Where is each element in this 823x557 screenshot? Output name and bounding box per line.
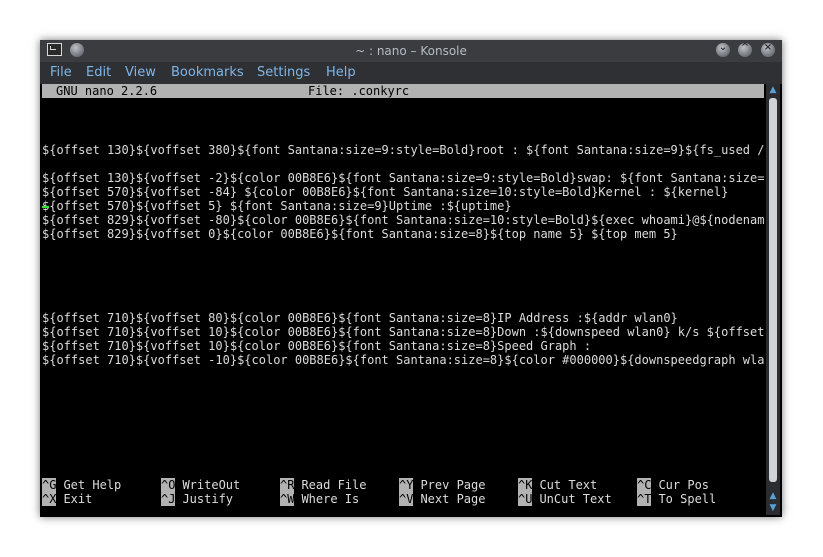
shortcut-label: Where Is bbox=[301, 492, 360, 506]
editor-line[interactable]: ${offset 710}${voffset 10}${color 00B8E6… bbox=[42, 325, 764, 339]
shortcut-label: Read File bbox=[301, 478, 367, 492]
shortcut-label: Next Page bbox=[420, 492, 486, 506]
shortcut-item[interactable]: ^J Justify bbox=[161, 492, 279, 506]
menu-bar: File Edit View Bookmarks Settings Help bbox=[40, 62, 782, 84]
shortcut-label: Get Help bbox=[63, 478, 122, 492]
editor-line[interactable]: ${offset 710}${voffset -10}${color 00B8E… bbox=[42, 353, 764, 367]
terminal-area[interactable]: GNU nano 2.2.6 File: .conkyrc ${offset 1… bbox=[42, 84, 764, 515]
shortcut-label: Exit bbox=[63, 492, 93, 506]
shortcut-key: ^U bbox=[518, 492, 533, 506]
shortcut-item[interactable]: ^X Exit bbox=[42, 492, 160, 506]
shortcut-key: ^G bbox=[42, 478, 57, 492]
scroll-thumb[interactable] bbox=[769, 98, 777, 482]
shortcut-key: ^R bbox=[280, 478, 295, 492]
close-icon: × bbox=[763, 42, 773, 53]
nano-filename: File: .conkyrc bbox=[308, 84, 410, 98]
text-cursor bbox=[42, 206, 49, 208]
shortcut-label: Justify bbox=[182, 492, 234, 506]
menu-settings[interactable]: Settings bbox=[257, 65, 310, 80]
editor-line[interactable]: ${offset 570}${voffset -84} ${color 00B8… bbox=[42, 185, 764, 199]
shortcut-item[interactable]: ^W Where Is bbox=[280, 492, 398, 506]
maximize-icon: ^ bbox=[740, 42, 750, 53]
shortcut-item[interactable]: ^C Cur Pos bbox=[637, 478, 755, 492]
nano-header: GNU nano 2.2.6 File: .conkyrc bbox=[42, 84, 764, 98]
shortcut-key: ^W bbox=[280, 492, 295, 506]
editor-line[interactable]: ${offset 710}${voffset 80}${color 00B8E6… bbox=[42, 311, 764, 325]
konsole-window: ~ : nano – Konsole ⌄ ^ × File Edit View … bbox=[40, 40, 782, 517]
editor-line[interactable]: ${offset 570}${voffset 5} ${font Santana… bbox=[42, 199, 764, 213]
scroll-top-icon[interactable]: ▲ bbox=[768, 491, 778, 501]
shortcut-item[interactable]: ^U UnCut Text bbox=[518, 492, 636, 506]
window-title: ~ : nano – Konsole bbox=[355, 44, 467, 58]
editor-line[interactable]: ${offset 710}${voffset 10}${color 00B8E6… bbox=[42, 339, 764, 353]
shortcut-key: ^J bbox=[161, 492, 176, 506]
shortcut-key: ^V bbox=[399, 492, 414, 506]
maximize-button[interactable]: ^ bbox=[738, 42, 752, 57]
menu-help[interactable]: Help bbox=[326, 65, 356, 80]
title-bar[interactable]: ~ : nano – Konsole ⌄ ^ × bbox=[40, 40, 782, 62]
shortcut-item[interactable]: ^Y Prev Page bbox=[399, 478, 517, 492]
shortcut-item[interactable]: ^K Cut Text bbox=[518, 478, 636, 492]
menu-bookmarks[interactable]: Bookmarks bbox=[171, 65, 244, 80]
shortcut-item[interactable]: ^T To Spell bbox=[637, 492, 755, 506]
nano-version: GNU nano 2.2.6 bbox=[56, 84, 158, 98]
scroll-down-icon[interactable]: ▼ bbox=[768, 503, 778, 513]
minimize-button[interactable]: ⌄ bbox=[716, 42, 730, 57]
shortcut-key: ^X bbox=[42, 492, 57, 506]
shortcut-key: ^C bbox=[637, 478, 652, 492]
shortcut-item[interactable]: ^G Get Help bbox=[42, 478, 160, 492]
shortcut-label: Prev Page bbox=[420, 478, 486, 492]
shortcut-key: ^Y bbox=[399, 478, 414, 492]
shortcut-label: To Spell bbox=[658, 492, 717, 506]
shortcut-item[interactable]: ^R Read File bbox=[280, 478, 398, 492]
editor-line[interactable]: ${offset 829}${voffset 0}${color 00B8E6}… bbox=[42, 227, 764, 241]
shortcut-key: ^O bbox=[161, 478, 176, 492]
menu-file[interactable]: File bbox=[50, 65, 72, 80]
shortcut-key: ^K bbox=[518, 478, 533, 492]
menu-edit[interactable]: Edit bbox=[86, 65, 111, 80]
close-button[interactable]: × bbox=[761, 42, 775, 57]
shortcut-item[interactable]: ^O WriteOut bbox=[161, 478, 279, 492]
shortcut-item[interactable]: ^V Next Page bbox=[399, 492, 517, 506]
shortcut-label: UnCut Text bbox=[539, 492, 612, 506]
editor-line[interactable]: ${offset 130}${voffset 380}${font Santan… bbox=[42, 143, 764, 157]
shortcut-key: ^T bbox=[637, 492, 652, 506]
shortcut-label: Cut Text bbox=[539, 478, 598, 492]
shortcut-label: WriteOut bbox=[182, 478, 241, 492]
editor-line[interactable]: ${offset 829}${voffset -80}${color 00B8E… bbox=[42, 213, 764, 227]
editor-line[interactable]: ${offset 130}${voffset -2}${color 00B8E6… bbox=[42, 171, 764, 185]
minimize-icon: ⌄ bbox=[718, 42, 728, 53]
menu-view[interactable]: View bbox=[125, 65, 156, 80]
shortcut-label: Cur Pos bbox=[658, 478, 710, 492]
scroll-up-icon[interactable]: ▲ bbox=[768, 85, 778, 95]
scrollbar[interactable]: ▲ ▲ ▼ bbox=[766, 84, 780, 515]
